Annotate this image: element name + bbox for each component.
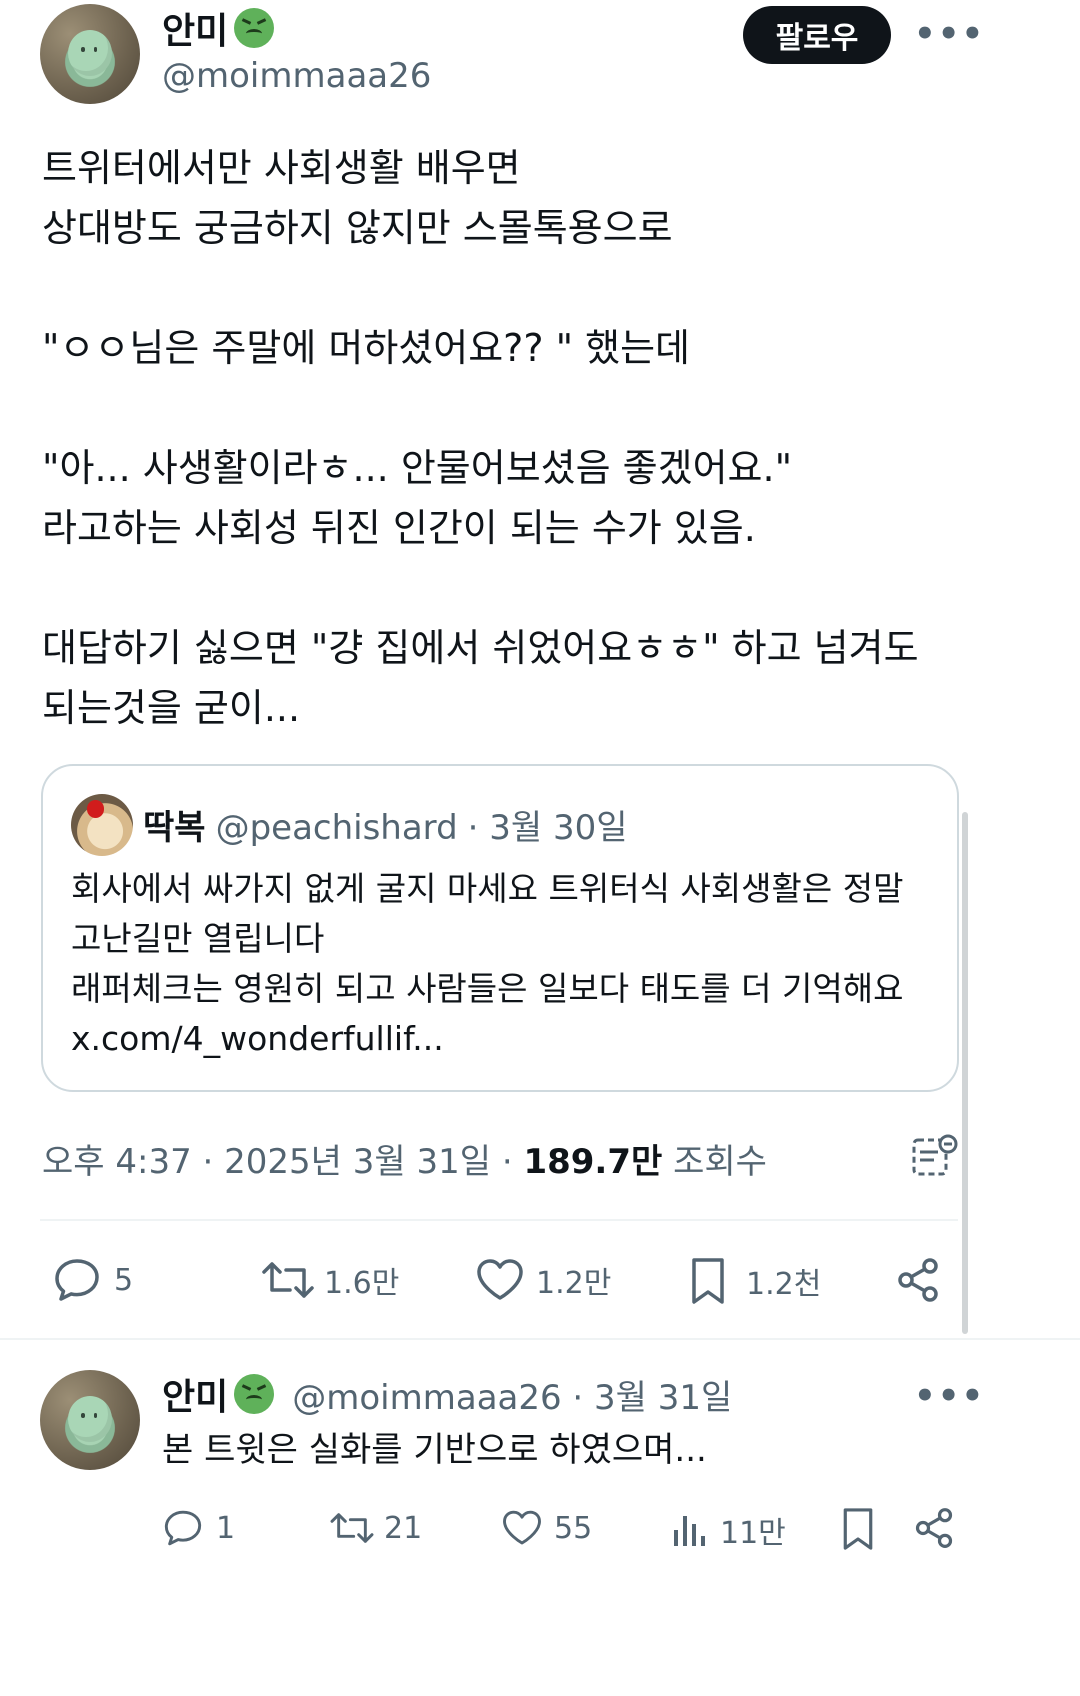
divider: [40, 1219, 958, 1221]
tweet-line: 라고하는 사회성 뒤진 인간이 되는 수가 있음.: [42, 506, 756, 550]
reply-retweet-button[interactable]: 21: [328, 1508, 422, 1548]
heart-icon: [503, 1510, 541, 1545]
views-bar-chart-icon: [674, 1516, 705, 1546]
reply-like-count: 55: [554, 1510, 593, 1546]
retweet-icon: [330, 1513, 374, 1543]
reply-button[interactable]: 5: [52, 1256, 133, 1304]
reply-views-button[interactable]: 11만: [670, 1508, 786, 1552]
bookmark-button[interactable]: 1.2천: [686, 1256, 821, 1306]
retweet-button[interactable]: 1.6만: [260, 1256, 399, 1304]
quoted-line: 고난길만 열립니다: [71, 919, 325, 958]
reply-handle-date[interactable]: @moimmaaa26 · 3월 31일: [292, 1370, 732, 1419]
reply-like-button[interactable]: 55: [500, 1508, 592, 1548]
tweet-line: 대답하기 싫으면 "걍 집에서 쉬었어요ㅎㅎ" 하고 넘겨도: [42, 626, 919, 670]
quoted-author-handle[interactable]: @peachishard: [216, 808, 458, 848]
tweet-line: 트위터에서만 사회생활 배우면: [42, 146, 521, 190]
tweet-line: "ㅇㅇ님은 주말에 머하셨어요?? " 했는데: [42, 326, 691, 370]
author-name[interactable]: 안미: [162, 2, 228, 54]
author-name-row[interactable]: 안미: [162, 2, 275, 54]
quoted-tweet-card[interactable]: 딱복 @peachishard · 3월 30일 회사에서 싸가지 없게 굴지 …: [41, 764, 959, 1092]
share-icon: [898, 1258, 938, 1302]
reply-reply-count: 1: [216, 1510, 236, 1546]
reply-count: 5: [114, 1262, 134, 1298]
grok-analyze-icon[interactable]: [910, 1134, 958, 1178]
tweet-line: 되는것을 굳이...: [42, 686, 301, 730]
bookmark-icon: [843, 1508, 873, 1550]
quoted-line: 회사에서 싸가지 없게 굴지 마세요 트위터식 사회생활은 정말: [71, 869, 904, 908]
quoted-tweet-body: 회사에서 싸가지 없게 굴지 마세요 트위터식 사회생활은 정말 고난길만 열립…: [71, 864, 941, 1064]
bookmark-icon: [692, 1258, 724, 1304]
reply-share-button[interactable]: [912, 1506, 956, 1550]
reply-retweet-count: 21: [384, 1510, 423, 1546]
reply-icon: [55, 1259, 99, 1301]
tweet-line: "아... 사생활이라ㅎ... 안물어보셨음 좋겠어요.": [42, 446, 793, 490]
quoted-author-name[interactable]: 딱복: [143, 800, 206, 849]
reply-bookmark-button[interactable]: [838, 1506, 878, 1552]
reply-author-avatar[interactable]: [40, 1370, 140, 1470]
like-count: 1.2만: [536, 1266, 612, 1301]
quoted-author-row[interactable]: 딱복 @peachishard · 3월 30일: [143, 800, 628, 849]
retweet-count: 1.6만: [324, 1266, 400, 1301]
share-button[interactable]: [894, 1256, 942, 1304]
tweet-meta: 오후 4:37 · 2025년 3월 31일 · 189.7만 조회수: [42, 1134, 767, 1183]
quoted-line: 래퍼체크는 영원히 되고 사람들은 일보다 태도를 더 기억해요: [71, 969, 904, 1008]
quoted-link[interactable]: x.com/4_wonderfullif...: [71, 1014, 941, 1064]
retweet-icon: [262, 1262, 314, 1298]
more-options-icon[interactable]: •••: [914, 14, 985, 54]
reply-views-count: 11만: [720, 1516, 786, 1551]
share-icon: [915, 1508, 953, 1548]
like-button[interactable]: 1.2만: [474, 1256, 611, 1304]
view-count: 189.7만: [523, 1142, 663, 1182]
quoted-tweet-date[interactable]: · 3월 30일: [468, 800, 628, 849]
tweet-line: 상대방도 궁금하지 않지만 스몰톡용으로: [42, 206, 673, 250]
view-count-label: 조회수: [662, 1142, 767, 1182]
reply-author-name[interactable]: 안미: [162, 1368, 228, 1420]
nauseated-face-icon: [234, 1374, 275, 1414]
follow-button[interactable]: 팔로우: [743, 6, 891, 64]
divider: [0, 1338, 1080, 1340]
author-avatar[interactable]: [40, 4, 140, 104]
bookmark-count: 1.2천: [746, 1267, 822, 1302]
tweet-timestamp[interactable]: 오후 4:37 · 2025년 3월 31일 ·: [42, 1142, 523, 1182]
reply-more-options-icon[interactable]: •••: [914, 1376, 985, 1416]
quoted-author-avatar[interactable]: [71, 794, 133, 856]
reply-author-row[interactable]: 안미 @moimmaaa26 · 3월 31일: [162, 1368, 732, 1420]
tweet-body: 트위터에서만 사회생활 배우면 상대방도 궁금하지 않지만 스몰톡용으로 "ㅇㅇ…: [42, 138, 1002, 738]
nauseated-face-icon: [234, 8, 275, 48]
reply-icon: [164, 1510, 202, 1546]
heart-icon: [477, 1259, 523, 1300]
scrollbar[interactable]: [962, 812, 968, 1334]
author-handle[interactable]: @moimmaaa26: [162, 56, 431, 96]
reply-reply-button[interactable]: 1: [162, 1508, 235, 1548]
reply-text: 본 트윗은 실화를 기반으로 하였으며...: [162, 1430, 707, 1470]
